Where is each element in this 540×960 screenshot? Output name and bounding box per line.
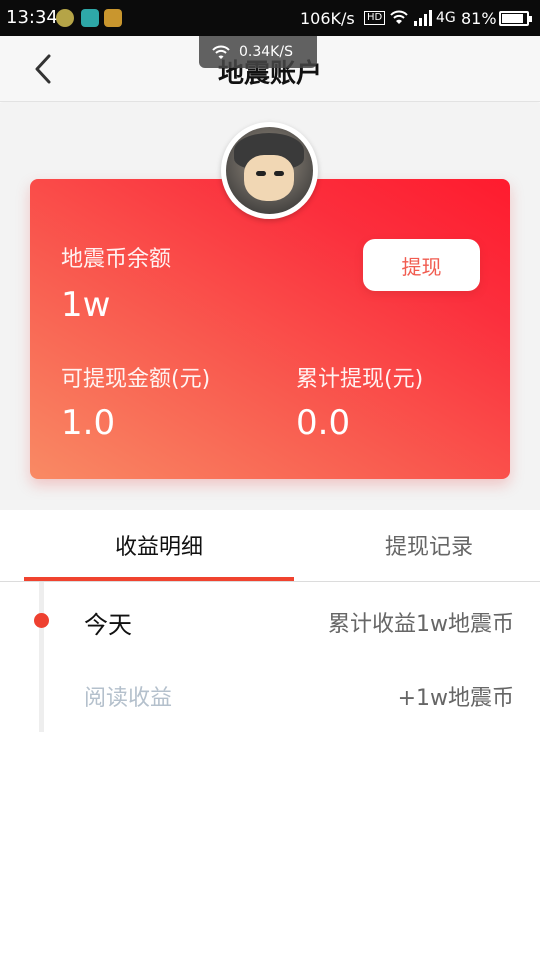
network-speed-toast: 0.34K/S — [199, 36, 317, 68]
wifi-icon — [388, 8, 410, 30]
earnings-timeline: 今天 累计收益1w地震币 阅读收益 +1w地震币 — [0, 582, 540, 732]
day-label: 今天 — [84, 611, 132, 639]
signal-icon — [414, 10, 434, 30]
tab-earnings-detail[interactable]: 收益明细 — [24, 510, 294, 580]
timeline-dot — [34, 613, 49, 628]
notification-app-icon — [81, 9, 99, 27]
withdraw-button[interactable]: 提现 — [363, 239, 480, 291]
timeline-line — [39, 582, 44, 732]
status-net-speed: 106K/s — [300, 9, 355, 28]
tab-bar: 收益明细 提现记录 — [0, 510, 540, 582]
list-item-amount: +1w地震币 — [397, 686, 514, 711]
notification-app-icon — [104, 9, 122, 27]
status-bar: 13:34 106K/s HD 4G 81% — [0, 0, 540, 36]
total-withdrawn-value: 0.0 — [296, 403, 351, 443]
account-summary: 地震币余额 1w 提现 可提现金额(元) 1.0 累计提现(元) 0.0 — [0, 103, 540, 510]
list-item-label: 阅读收益 — [84, 686, 173, 711]
battery-icon — [499, 11, 532, 26]
hd-badge: HD — [364, 11, 386, 25]
day-summary: 累计收益1w地震币 — [328, 612, 514, 637]
avatar-image — [226, 127, 313, 214]
total-withdrawn-label: 累计提现(元) — [296, 367, 424, 392]
available-amount-value: 1.0 — [61, 403, 116, 443]
status-time: 13:34 — [6, 7, 58, 28]
app-header: 地震账户 0.34K/S — [0, 36, 540, 102]
notification-app-icon — [56, 9, 74, 27]
account-card: 地震币余额 1w 提现 可提现金额(元) 1.0 累计提现(元) 0.0 — [30, 179, 510, 479]
network-type: 4G — [436, 10, 456, 26]
toast-speed: 0.34K/S — [239, 44, 293, 60]
avatar[interactable] — [221, 122, 318, 219]
balance-label: 地震币余额 — [61, 247, 172, 272]
active-tab-indicator — [24, 577, 294, 581]
available-amount-label: 可提现金额(元) — [61, 367, 211, 392]
wifi-icon — [212, 45, 230, 59]
balance-value: 1w — [61, 285, 111, 325]
tab-withdraw-records[interactable]: 提现记录 — [294, 510, 540, 580]
battery-percent: 81% — [461, 9, 497, 28]
